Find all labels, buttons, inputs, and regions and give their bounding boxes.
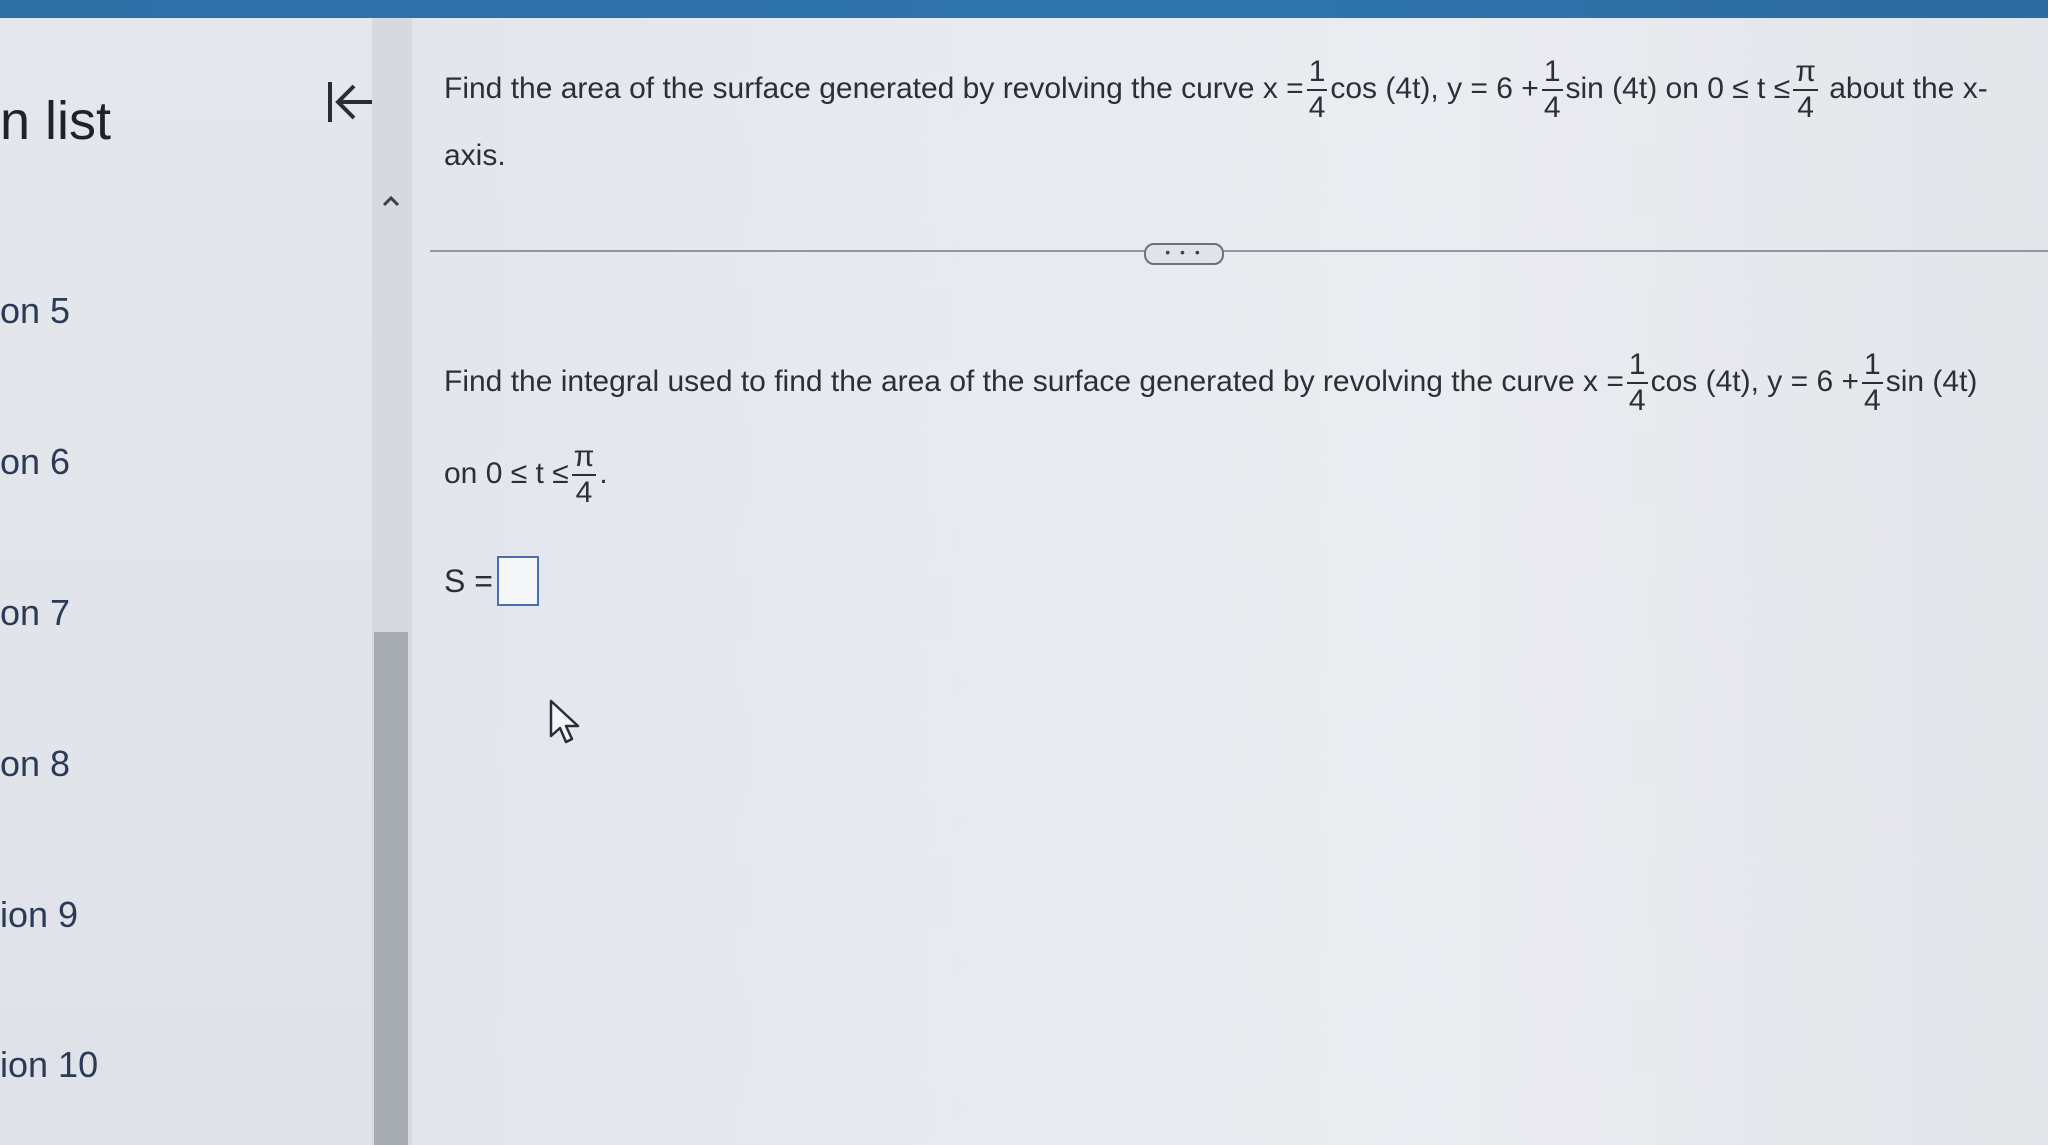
x-equation: x = 1 4 cos (4t), (1262, 57, 1447, 123)
collapse-sidebar-button[interactable] (320, 72, 380, 132)
y-equals: y = 6 + (1767, 365, 1860, 398)
answer-input[interactable] (496, 556, 539, 606)
y-equation: y = 6 +1 4 sin (4t) (1447, 57, 1665, 123)
fraction-one-quarter: 14 (1306, 57, 1328, 125)
fraction-numerator: 1 (1626, 350, 1648, 385)
t-interval: on 0 ≤ t ≤ π 4. (444, 442, 608, 508)
fraction-denominator: 4 (1543, 91, 1561, 125)
interval-text: on 0 ≤ t ≤ (444, 457, 569, 490)
fraction-numerator: 1 (1306, 57, 1328, 92)
y-equation: y = 6 +1 4 sin (4t) (1767, 350, 1978, 416)
sidebar-scrollbar-thumb[interactable] (374, 632, 408, 1145)
question-list-sidebar: n list on 5 on 6 on 7 on 8 ion 9 ion 10 (0, 18, 372, 1145)
sidebar-item-question-7[interactable]: on 7 (0, 592, 70, 634)
question-content: Find the area of the surface generated b… (412, 18, 2048, 1145)
mouse-pointer-icon-shape (549, 699, 580, 744)
y-sin-term: sin (4t) (1885, 365, 1978, 398)
collapse-left-arrow-icon (328, 82, 374, 122)
section-divider (430, 250, 2048, 252)
fraction-denominator: 4 (1308, 91, 1326, 125)
fraction-denominator: 4 (1864, 384, 1881, 418)
fraction-one-quarter: 14 (1862, 350, 1883, 416)
fraction-numerator: π (571, 442, 597, 477)
fraction-one-quarter: 14 (1626, 350, 1648, 418)
fraction-pi-quarter: π4 (571, 442, 597, 510)
subquestion-text: Find the integral used to find the area … (444, 336, 2034, 520)
answer-row: S = (444, 556, 539, 606)
sidebar-item-question-9[interactable]: ion 9 (0, 894, 78, 936)
y-sin-term: sin (4t) (1565, 72, 1658, 105)
answer-label: S = (444, 562, 493, 599)
x-equals: x = (1262, 72, 1304, 105)
sidebar-title: n list (0, 91, 112, 151)
fraction-denominator: 4 (575, 476, 593, 510)
y-equals: y = 6 + (1447, 72, 1539, 105)
sidebar-item-question-6[interactable]: on 6 (0, 441, 70, 483)
expand-more-button[interactable]: • • • (1144, 243, 1224, 265)
sidebar-item-question-10[interactable]: ion 10 (0, 1044, 98, 1086)
subquestion-intro: Find the integral used to find the area … (444, 365, 1575, 398)
fraction-one-quarter: 14 (1541, 57, 1563, 125)
fraction-denominator: 4 (1797, 91, 1814, 125)
fraction-numerator: π (1793, 57, 1818, 92)
end-period: . (599, 457, 608, 490)
top-bar (0, 0, 2048, 18)
interval-text: on 0 ≤ t ≤ (1665, 72, 1791, 105)
fraction-pi-quarter: π4 (1793, 57, 1818, 123)
fraction-numerator: 1 (1541, 57, 1563, 92)
scroll-up-button[interactable] (376, 186, 406, 216)
chevron-up-icon (382, 195, 400, 207)
x-cos-term: cos (4t), (1650, 365, 1759, 398)
x-cos-term: cos (4t), (1330, 72, 1439, 105)
question-intro: Find the area of the surface generated b… (444, 72, 1255, 105)
fraction-numerator: 1 (1862, 350, 1883, 385)
x-equation: x = 1 4 cos (4t), (1583, 350, 1767, 416)
sidebar-item-question-5[interactable]: on 5 (0, 290, 70, 332)
x-equals: x = (1583, 365, 1624, 398)
mouse-pointer-icon (548, 698, 582, 746)
t-interval: on 0 ≤ t ≤ π 4 (1665, 57, 1830, 123)
sidebar-item-question-8[interactable]: on 8 (0, 743, 70, 785)
question-text: Find the area of the surface generated b… (444, 56, 2034, 189)
fraction-denominator: 4 (1628, 384, 1646, 418)
